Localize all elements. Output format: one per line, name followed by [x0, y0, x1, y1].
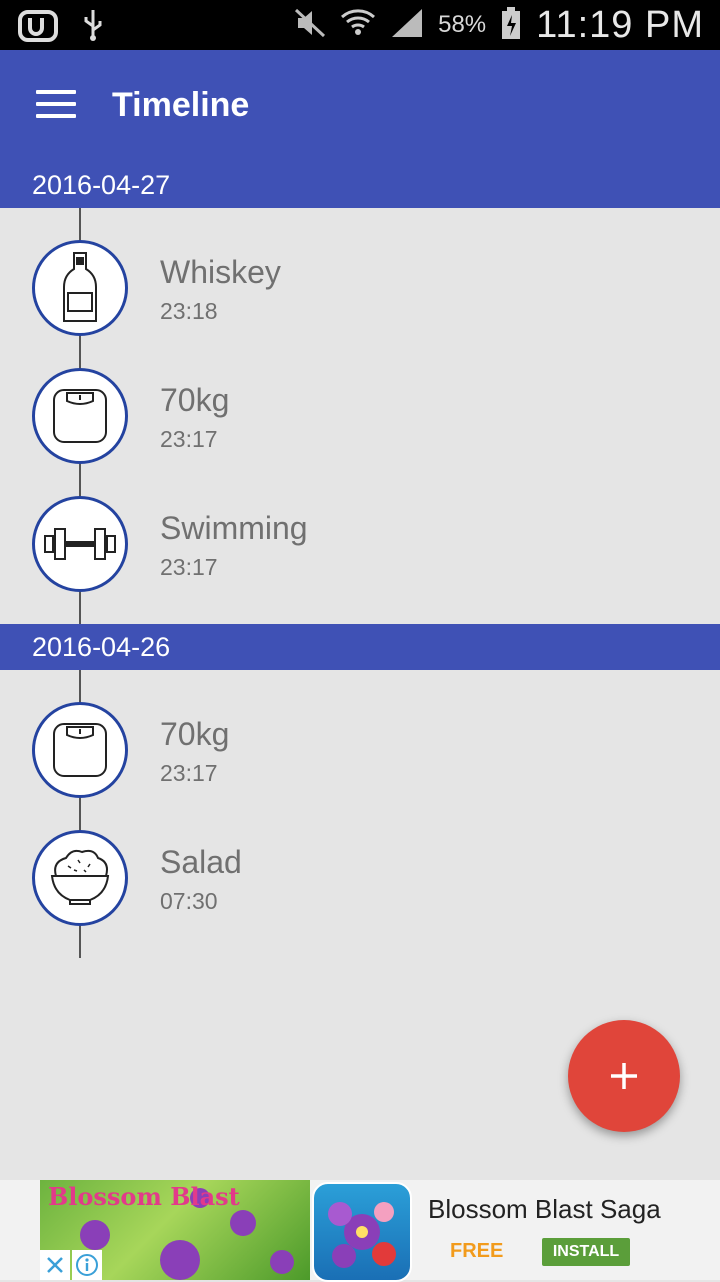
date-header: 2016-04-26 [0, 624, 720, 670]
entry-time: 23:18 [160, 298, 218, 324]
ad-logo-text: Blossom Blast [48, 1182, 240, 1211]
status-bar: 58% 11:19 PM [0, 0, 720, 50]
battery-charging-icon [500, 6, 522, 45]
app-notification-icon [18, 8, 60, 47]
date-label: 2016-04-27 [32, 170, 171, 200]
page-title: Timeline [112, 86, 250, 124]
ad-banner[interactable]: Blossom Blast Blossom Blast Saga FREE IN… [0, 1180, 720, 1282]
add-entry-button[interactable] [568, 1020, 680, 1132]
usb-icon [82, 8, 104, 47]
entry-label: 70kg [160, 716, 230, 752]
scale-icon [32, 702, 128, 798]
entry-label: Whiskey [160, 254, 281, 290]
signal-icon [390, 7, 424, 44]
app-bar: Timeline [0, 50, 720, 162]
timeline-entry[interactable]: 70kg 23:17 [0, 368, 720, 478]
ad-close-icon[interactable] [40, 1250, 70, 1280]
scale-icon [32, 368, 128, 464]
mute-icon [294, 8, 326, 43]
timeline-entry[interactable]: Swimming 23:17 [0, 496, 720, 606]
wifi-icon [340, 7, 376, 44]
rice-bowl-icon [32, 830, 128, 926]
entry-time: 23:17 [160, 760, 218, 786]
dumbbell-icon [32, 496, 128, 592]
timeline-entry[interactable]: 70kg 23:17 [0, 702, 720, 812]
entry-label: 70kg [160, 382, 230, 418]
clock: 11:19 PM [536, 3, 704, 46]
date-header: 2016-04-27 [0, 162, 720, 208]
ad-app-icon[interactable] [312, 1182, 412, 1282]
battery-percent: 58% [438, 11, 487, 38]
plus-icon [611, 1063, 637, 1089]
menu-icon[interactable] [36, 90, 76, 122]
entry-time: 23:17 [160, 426, 218, 452]
bottle-icon [32, 240, 128, 336]
ad-info-icon[interactable] [72, 1250, 102, 1280]
entry-time: 07:30 [160, 888, 218, 914]
entry-label: Salad [160, 844, 242, 880]
timeline-entry[interactable]: Whiskey 23:18 [0, 240, 720, 350]
ad-price: FREE [450, 1240, 504, 1262]
entry-time: 23:17 [160, 554, 218, 580]
install-button[interactable]: INSTALL [542, 1238, 630, 1266]
ad-title: Blossom Blast Saga [428, 1194, 661, 1224]
date-label: 2016-04-26 [32, 632, 171, 662]
timeline-entry[interactable]: Salad 07:30 [0, 830, 720, 940]
entry-label: Swimming [160, 510, 308, 546]
